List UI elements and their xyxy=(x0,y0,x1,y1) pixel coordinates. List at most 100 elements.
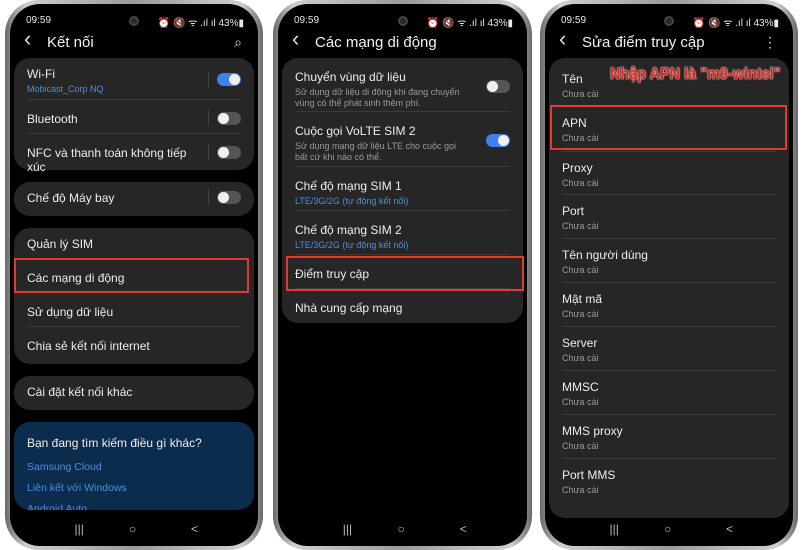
item-subtitle: Chưa cài xyxy=(562,309,599,319)
back-button[interactable]: < xyxy=(726,522,733,536)
phone-screen: 09:59 ⏰ 🔇 ᯤ .ıl ıl 43%▮ ‹ Kết nối ⌕ Wi-Fi Mobi… xyxy=(10,4,258,546)
front-camera xyxy=(397,16,408,26)
settings-card: Cài đặt kết nối khác xyxy=(14,376,254,410)
list-item[interactable]: Wi-Fi Mobicast_Corp NQ xyxy=(27,67,194,95)
item-subtitle: Chưa cài xyxy=(562,397,599,407)
divider xyxy=(208,189,209,205)
phone-screen: 09:59 ⏰ 🔇 ᯤ .ıl ıl 43%▮ ‹ Sửa điểm truy cập… xyxy=(545,4,793,546)
list-item[interactable]: Chế độ Máy bay xyxy=(27,191,194,205)
list-item[interactable]: Nhà cung cấp mạng xyxy=(295,301,510,315)
suggestion-link[interactable]: Android Auto xyxy=(27,503,87,510)
divider xyxy=(562,238,776,239)
list-item[interactable]: Sử dụng dữ liệu xyxy=(27,305,241,319)
navigation-bar: ||| ○ < xyxy=(545,522,793,538)
more-options-icon[interactable]: ⋮ xyxy=(763,34,777,51)
list-item[interactable]: Cài đặt kết nối khác xyxy=(27,385,241,399)
toggle-switch[interactable] xyxy=(217,112,241,125)
page-title: Kết nối xyxy=(47,34,94,51)
suggestion-link[interactable]: Samsung Cloud xyxy=(27,461,102,473)
toggle-switch[interactable] xyxy=(217,73,241,86)
list-item[interactable]: Proxy Chưa cài xyxy=(562,161,776,189)
item-label: Cuộc gọi VoLTE SIM 2 xyxy=(295,124,416,138)
divider xyxy=(562,194,776,195)
item-subtitle: Chưa cài xyxy=(562,178,599,188)
app-header: ‹ Các mạng di động xyxy=(292,26,513,56)
item-label: NFC và thanh toán không tiếp xúc xyxy=(27,146,187,174)
highlight-box xyxy=(14,258,249,293)
phone-screen: 09:59 ⏰ 🔇 ᯤ .ıl ıl 43%▮ ‹ Các mạng di động C… xyxy=(278,4,527,546)
divider xyxy=(562,282,776,283)
item-label: Proxy xyxy=(562,161,593,175)
navigation-bar: ||| ○ < xyxy=(278,522,527,538)
item-label: Chế độ Máy bay xyxy=(27,191,115,205)
item-label: Chế độ mạng SIM 1 xyxy=(295,179,402,193)
recents-button[interactable]: ||| xyxy=(609,522,618,536)
item-label: Chuyển vùng dữ liệu xyxy=(295,70,406,84)
highlight-box xyxy=(286,256,524,291)
recents-button[interactable]: ||| xyxy=(343,522,352,536)
divider xyxy=(562,151,776,152)
list-item[interactable]: Server Chưa cài xyxy=(562,336,776,364)
back-icon[interactable]: ‹ xyxy=(24,26,31,52)
list-item[interactable]: Quản lý SIM xyxy=(27,237,241,251)
app-header: ‹ Kết nối ⌕ xyxy=(24,26,244,56)
divider xyxy=(295,166,510,167)
divider xyxy=(295,254,510,255)
settings-card: Quản lý SIM Các mạng di động Sử dụng dữ li… xyxy=(14,228,254,364)
list-item[interactable]: Chế độ mạng SIM 1 LTE/3G/2G (tự động kết … xyxy=(295,179,510,207)
item-subtitle: LTE/3G/2G (tự động kết nối) xyxy=(295,240,409,250)
item-label: Cài đặt kết nối khác xyxy=(27,385,133,399)
divider xyxy=(295,111,510,112)
suggestion-question: Bạn đang tìm kiếm điều gì khác? xyxy=(27,436,202,450)
item-subtitle: Sử dụng dữ liệu di động khi đang chuyển … xyxy=(295,87,460,108)
list-item[interactable]: NFC và thanh toán không tiếp xúc xyxy=(27,146,194,174)
recents-button[interactable]: ||| xyxy=(74,522,83,536)
item-label: Chia sẻ kết nối internet xyxy=(27,339,150,353)
item-label: Server xyxy=(562,336,598,350)
list-item[interactable]: Chia sẻ kết nối internet xyxy=(27,339,241,353)
home-button[interactable]: ○ xyxy=(664,522,671,536)
item-subtitle: Mobicast_Corp NQ xyxy=(27,84,104,94)
back-icon[interactable]: ‹ xyxy=(559,26,566,52)
toggle-switch[interactable] xyxy=(217,191,241,204)
list-item[interactable]: Chế độ mạng SIM 2 LTE/3G/2G (tự động kết … xyxy=(295,223,510,251)
item-subtitle: Chưa cài xyxy=(562,89,599,99)
search-icon[interactable]: ⌕ xyxy=(234,34,242,51)
list-item[interactable]: Cuộc gọi VoLTE SIM 2 Sử dụng mạng dữ liệu… xyxy=(295,124,463,163)
item-label: Wi-Fi xyxy=(27,67,55,81)
item-subtitle: LTE/3G/2G (tự động kết nối) xyxy=(295,196,409,206)
list-item[interactable]: Mật mã Chưa cài xyxy=(562,292,776,320)
divider xyxy=(562,326,776,327)
navigation-bar: ||| ○ < xyxy=(10,522,258,538)
list-item[interactable]: Port MMS Chưa cài xyxy=(562,468,776,496)
page-title: Các mạng di động xyxy=(315,34,437,51)
home-button[interactable]: ○ xyxy=(398,522,405,536)
toggle-switch[interactable] xyxy=(486,134,510,147)
back-button[interactable]: < xyxy=(191,522,198,536)
suggestion-link[interactable]: Liên kết với Windows xyxy=(27,482,127,494)
list-item[interactable]: MMSC Chưa cài xyxy=(562,380,776,408)
highlight-box xyxy=(550,105,787,150)
toggle-switch[interactable] xyxy=(217,146,241,159)
list-item[interactable]: Bluetooth xyxy=(27,112,194,126)
divider xyxy=(295,210,510,211)
toggle-switch[interactable] xyxy=(486,80,510,93)
phone-2: 09:59 ⏰ 🔇 ᯤ .ıl ıl 43%▮ ‹ Các mạng di động C… xyxy=(273,0,532,550)
front-camera xyxy=(129,16,139,26)
back-button[interactable]: < xyxy=(460,522,467,536)
front-camera xyxy=(664,16,674,26)
item-subtitle: Chưa cài xyxy=(562,353,599,363)
item-label: Bluetooth xyxy=(27,112,78,126)
item-subtitle: Chưa cài xyxy=(562,265,599,275)
home-button[interactable]: ○ xyxy=(129,522,136,536)
divider xyxy=(562,370,776,371)
back-icon[interactable]: ‹ xyxy=(292,26,299,52)
list-item[interactable]: Tên người dùng Chưa cài xyxy=(562,248,776,276)
status-icons: ⏰ 🔇 ᯤ .ıl ıl 43%▮ xyxy=(426,18,513,29)
item-label: Chế độ mạng SIM 2 xyxy=(295,223,402,237)
list-item[interactable]: Port Chưa cài xyxy=(562,204,776,232)
list-item[interactable]: Chuyển vùng dữ liệu Sử dụng dữ liệu di độ… xyxy=(295,70,463,109)
page-title: Sửa điểm truy cập xyxy=(582,34,705,51)
list-item[interactable]: MMS proxy Chưa cài xyxy=(562,424,776,452)
status-icons: ⏰ 🔇 ᯤ .ıl ıl 43%▮ xyxy=(692,18,779,29)
